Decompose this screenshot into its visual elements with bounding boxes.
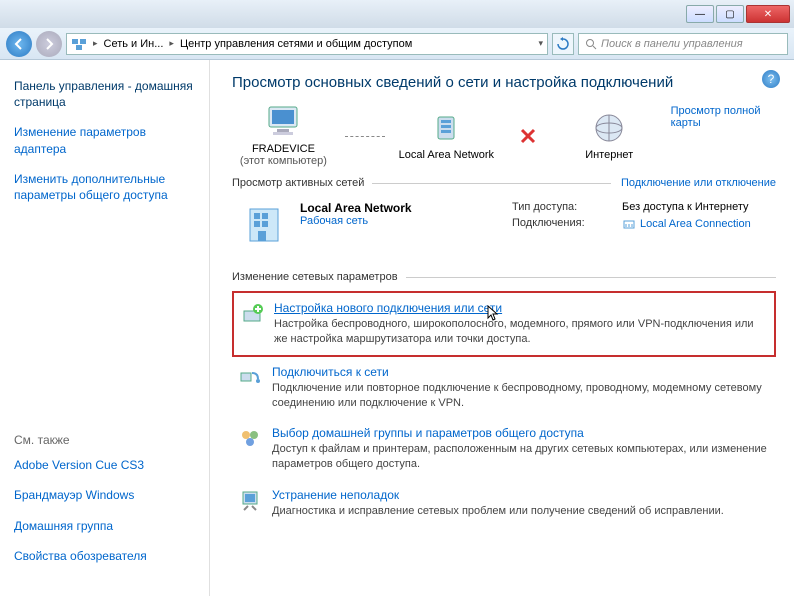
forward-button[interactable] <box>36 31 62 57</box>
change-settings-header: Изменение сетевых параметров <box>232 271 776 283</box>
view-full-map-link[interactable]: Просмотр полной карты <box>671 105 776 129</box>
task-title-link[interactable]: Выбор домашней группы и параметров общег… <box>272 426 770 440</box>
search-input[interactable]: Поиск в панели управления <box>578 33 788 55</box>
active-networks-header: Просмотр активных сетей Подключение или … <box>232 177 776 189</box>
sidebar-related-homegroup[interactable]: Домашняя группа <box>14 518 195 534</box>
access-type-value: Без доступа к Интернету <box>622 201 768 213</box>
node-label: FRADEVICE <box>252 143 315 155</box>
x-icon <box>519 127 537 145</box>
sidebar-home-link[interactable]: Панель управления - домашняя страница <box>14 78 195 110</box>
nav-toolbar: ▸ Сеть и Ин... ▸ Центр управления сетями… <box>0 28 794 60</box>
connection-link[interactable]: Local Area Connection <box>622 217 768 231</box>
globe-icon <box>589 111 629 145</box>
sidebar-related-adobe[interactable]: Adobe Version Cue CS3 <box>14 457 195 473</box>
see-also-heading: См. также <box>14 433 195 447</box>
breadcrumb-arrow-icon: ▸ <box>93 38 98 49</box>
dropdown-icon[interactable]: ▾ <box>538 38 543 49</box>
network-icon <box>426 111 466 145</box>
ethernet-icon <box>622 217 636 231</box>
close-button[interactable]: ✕ <box>746 5 790 23</box>
task-homegroup[interactable]: Выбор домашней группы и параметров общег… <box>232 418 776 480</box>
sidebar-related-firewall[interactable]: Брандмауэр Windows <box>14 487 195 503</box>
access-type-label: Тип доступа: <box>512 201 622 213</box>
task-description: Настройка беспроводного, широкополосного… <box>274 317 768 347</box>
sidebar-adapter-settings[interactable]: Изменение параметров адаптера <box>14 124 195 156</box>
task-title-link[interactable]: Настройка нового подключения или сети <box>274 301 768 315</box>
search-icon <box>585 38 597 50</box>
node-label: Local Area Network <box>399 149 494 161</box>
back-button[interactable] <box>6 31 32 57</box>
breadcrumb-arrow-icon: ▸ <box>169 38 174 49</box>
maximize-button[interactable]: ▢ <box>716 5 744 23</box>
task-title-link[interactable]: Устранение неполадок <box>272 488 770 502</box>
task-troubleshoot[interactable]: Устранение неполадок Диагностика и испра… <box>232 480 776 527</box>
network-map: FRADEVICE (этот компьютер) Local Area Ne… <box>232 105 776 167</box>
address-bar[interactable]: ▸ Сеть и Ин... ▸ Центр управления сетями… <box>66 33 548 55</box>
troubleshoot-icon <box>238 488 262 512</box>
netmap-node-lan[interactable]: Local Area Network <box>395 111 498 161</box>
netmap-node-pc[interactable]: FRADEVICE (этот компьютер) <box>232 105 335 167</box>
task-new-connection[interactable]: Настройка нового подключения или сети На… <box>232 291 776 357</box>
connect-disconnect-link[interactable]: Подключение или отключение <box>621 177 776 189</box>
page-title: Просмотр основных сведений о сети и наст… <box>232 74 776 91</box>
task-list: Настройка нового подключения или сети На… <box>232 291 776 527</box>
node-sublabel: (этот компьютер) <box>240 155 327 167</box>
active-network-row: Local Area Network Рабочая сеть Тип дост… <box>232 197 776 261</box>
task-title-link[interactable]: Подключиться к сети <box>272 365 770 379</box>
homegroup-icon <box>238 426 262 450</box>
main-content: ? Просмотр основных сведений о сети и на… <box>210 60 794 596</box>
connections-label: Подключения: <box>512 217 622 231</box>
task-description: Доступ к файлам и принтерам, расположенн… <box>272 442 770 472</box>
task-description: Подключение или повторное подключение к … <box>272 381 770 411</box>
netmap-node-internet[interactable]: Интернет <box>558 111 661 161</box>
node-label: Интернет <box>585 149 633 161</box>
window-titlebar: — ▢ ✕ <box>0 0 794 28</box>
sidebar: Панель управления - домашняя страница Из… <box>0 60 210 596</box>
help-icon[interactable]: ? <box>762 70 780 88</box>
new-connection-icon <box>240 301 264 325</box>
task-description: Диагностика и исправление сетевых пробле… <box>272 504 770 519</box>
sidebar-related-browser[interactable]: Свойства обозревателя <box>14 548 195 564</box>
network-name: Local Area Network <box>300 201 500 215</box>
connect-icon <box>238 365 262 389</box>
network-type-link[interactable]: Рабочая сеть <box>300 215 500 227</box>
breadcrumb-segment[interactable]: Сеть и Ин... <box>104 38 164 50</box>
computer-icon <box>263 105 303 139</box>
minimize-button[interactable]: — <box>686 5 714 23</box>
task-connect-network[interactable]: Подключиться к сети Подключение или повт… <box>232 357 776 419</box>
breadcrumb-segment[interactable]: Центр управления сетями и общим доступом <box>180 38 412 50</box>
search-placeholder: Поиск в панели управления <box>601 38 743 50</box>
network-center-icon <box>71 36 87 52</box>
sidebar-sharing-settings[interactable]: Изменить дополнительные параметры общего… <box>14 171 195 203</box>
refresh-button[interactable] <box>552 33 574 55</box>
work-network-icon <box>240 201 288 249</box>
connection-line <box>345 136 385 137</box>
